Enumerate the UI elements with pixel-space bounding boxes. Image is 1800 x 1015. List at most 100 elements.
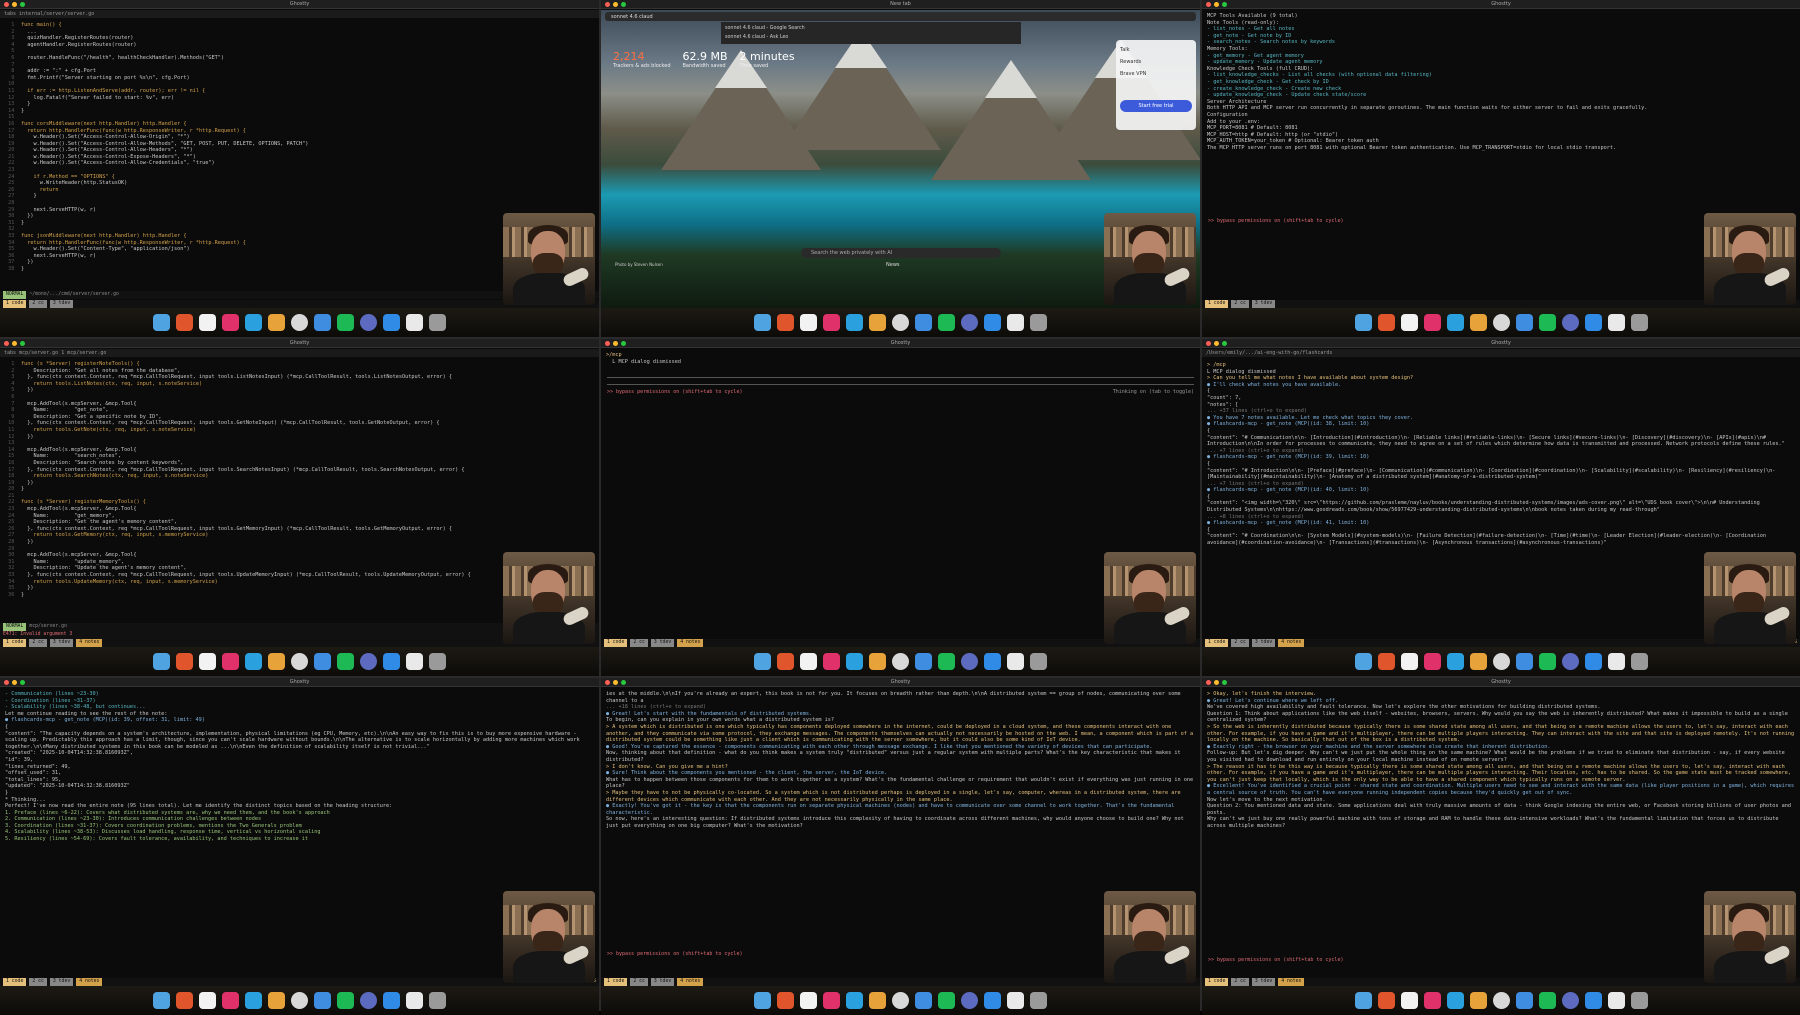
tmux-window-tab[interactable]: 3 tdev xyxy=(49,300,74,308)
chrome-icon[interactable] xyxy=(314,653,331,670)
spotify-icon[interactable] xyxy=(938,653,955,670)
obs-icon[interactable] xyxy=(360,653,377,670)
obs-icon[interactable] xyxy=(961,992,978,1009)
finder-icon[interactable] xyxy=(153,653,170,670)
finder-icon[interactable] xyxy=(1354,653,1372,670)
tmux-window-tab[interactable]: 2 cc xyxy=(29,978,47,986)
telegram-icon[interactable] xyxy=(846,653,863,670)
figma-icon[interactable] xyxy=(268,314,285,331)
chrome-icon[interactable] xyxy=(915,653,932,670)
notes-doc-icon[interactable] xyxy=(1007,314,1024,331)
tmux-window-tab[interactable]: 2 cc xyxy=(630,639,648,647)
address-bar[interactable]: sonnet 4.6 claud xyxy=(605,12,1196,21)
notes-doc-icon[interactable] xyxy=(1607,314,1625,331)
slack-icon[interactable] xyxy=(222,992,239,1009)
side-item[interactable]: Brave VPN xyxy=(1120,68,1192,80)
chrome-icon[interactable] xyxy=(1515,992,1533,1009)
chatgpt-icon[interactable] xyxy=(892,992,909,1009)
mail-icon[interactable] xyxy=(984,992,1001,1009)
spotify-icon[interactable] xyxy=(1538,992,1556,1009)
tmux-window-tab[interactable]: 4 notes xyxy=(677,978,704,986)
side-item[interactable]: Talk xyxy=(1120,44,1192,56)
tmux-window-tab[interactable]: 2 cc xyxy=(1231,639,1249,647)
figma-icon[interactable] xyxy=(268,992,285,1009)
spotify-icon[interactable] xyxy=(938,314,955,331)
telegram-icon[interactable] xyxy=(1446,653,1464,670)
notes-icon[interactable] xyxy=(199,992,216,1009)
obs-icon[interactable] xyxy=(1561,992,1579,1009)
spotify-icon[interactable] xyxy=(337,314,354,331)
obs-icon[interactable] xyxy=(360,992,377,1009)
tmux-window-tab[interactable]: 1 code xyxy=(1205,978,1229,986)
chatgpt-icon[interactable] xyxy=(1492,992,1510,1009)
pane-claude-empty[interactable]: Ghostty >/mcp L MCP dialog dismissed >> by… xyxy=(601,339,1200,676)
tmux-window-tab[interactable]: 3 tdev xyxy=(1251,300,1276,308)
mail-icon[interactable] xyxy=(1584,653,1602,670)
notes-icon[interactable] xyxy=(199,314,216,331)
chrome-icon[interactable] xyxy=(1515,314,1533,331)
tmux-window-tab[interactable]: 3 tdev xyxy=(650,978,675,986)
finder-icon[interactable] xyxy=(1354,314,1372,331)
finder-icon[interactable] xyxy=(754,992,771,1009)
notes-icon[interactable] xyxy=(1400,314,1418,331)
obs-icon[interactable] xyxy=(1561,653,1579,670)
notes-icon[interactable] xyxy=(800,653,817,670)
spotify-icon[interactable] xyxy=(1538,314,1556,331)
chrome-icon[interactable] xyxy=(314,314,331,331)
trash-icon[interactable] xyxy=(1030,314,1047,331)
tmux-window-tab[interactable]: 3 tdev xyxy=(49,978,74,986)
mail-icon[interactable] xyxy=(984,653,1001,670)
side-item[interactable]: Rewards xyxy=(1120,56,1192,68)
telegram-icon[interactable] xyxy=(1446,992,1464,1009)
tmux-window-tab[interactable]: 2 cc xyxy=(1231,300,1249,308)
finder-icon[interactable] xyxy=(754,653,771,670)
tmux-window-tab[interactable]: 2 cc xyxy=(29,639,47,647)
finder-icon[interactable] xyxy=(153,992,170,1009)
figma-icon[interactable] xyxy=(1469,314,1487,331)
tmux-window-tab[interactable]: 3 tdev xyxy=(49,639,74,647)
notes-doc-icon[interactable] xyxy=(1607,653,1625,670)
notes-doc-icon[interactable] xyxy=(406,992,423,1009)
figma-icon[interactable] xyxy=(869,992,886,1009)
tmux-window-tab[interactable]: 1 code xyxy=(3,639,27,647)
tmux-window-tab[interactable]: 3 tdev xyxy=(650,639,675,647)
telegram-icon[interactable] xyxy=(846,992,863,1009)
trash-icon[interactable] xyxy=(429,653,446,670)
chatgpt-icon[interactable] xyxy=(892,653,909,670)
suggestion-item[interactable]: sonnet 4.6 claud - Google Search xyxy=(725,24,1017,33)
pane-claude-notes[interactable]: Ghostty/Users/emily/.../ai-eng-with-go/f… xyxy=(1202,339,1800,676)
brave-icon[interactable] xyxy=(777,992,794,1009)
figma-icon[interactable] xyxy=(268,653,285,670)
chrome-icon[interactable] xyxy=(314,992,331,1009)
start-trial-button[interactable]: Start free trial xyxy=(1120,100,1192,112)
figma-icon[interactable] xyxy=(1469,992,1487,1009)
brave-icon[interactable] xyxy=(777,314,794,331)
slack-icon[interactable] xyxy=(1423,653,1441,670)
notes-icon[interactable] xyxy=(1400,653,1418,670)
finder-icon[interactable] xyxy=(754,314,771,331)
chatgpt-icon[interactable] xyxy=(291,992,308,1009)
telegram-icon[interactable] xyxy=(245,314,262,331)
trash-icon[interactable] xyxy=(1030,992,1047,1009)
slack-icon[interactable] xyxy=(222,653,239,670)
tmux-window-tab[interactable]: 4 notes xyxy=(677,639,704,647)
tmux-window-tab[interactable]: 3 tdev xyxy=(1251,978,1276,986)
pane-browser[interactable]: New tab sonnet 4.6 claud sonnet 4.6 claud … xyxy=(601,0,1200,337)
spotify-icon[interactable] xyxy=(337,992,354,1009)
tmux-window-tab[interactable]: 1 code xyxy=(604,639,628,647)
trash-icon[interactable] xyxy=(1030,653,1047,670)
brave-icon[interactable] xyxy=(176,314,193,331)
trash-icon[interactable] xyxy=(429,314,446,331)
pane-claude-reading[interactable]: Ghostty - Communication (lines ~23-30) - C… xyxy=(0,678,599,1015)
brave-icon[interactable] xyxy=(777,653,794,670)
mail-icon[interactable] xyxy=(1584,992,1602,1009)
pane-mcp-code[interactable]: Ghostty tabs mcp/server.go 1 mcp/server.g… xyxy=(0,339,599,676)
telegram-icon[interactable] xyxy=(1446,314,1464,331)
tmux-window-tab[interactable]: 2 cc xyxy=(1231,978,1249,986)
tmux-window-tab[interactable]: 1 code xyxy=(3,978,27,986)
spotify-icon[interactable] xyxy=(938,992,955,1009)
obs-icon[interactable] xyxy=(961,653,978,670)
suggestion-item[interactable]: sonnet 4.6 claud - Ask Leo xyxy=(725,33,1017,42)
telegram-icon[interactable] xyxy=(245,992,262,1009)
tmux-window-tab[interactable]: 1 code xyxy=(3,300,27,308)
